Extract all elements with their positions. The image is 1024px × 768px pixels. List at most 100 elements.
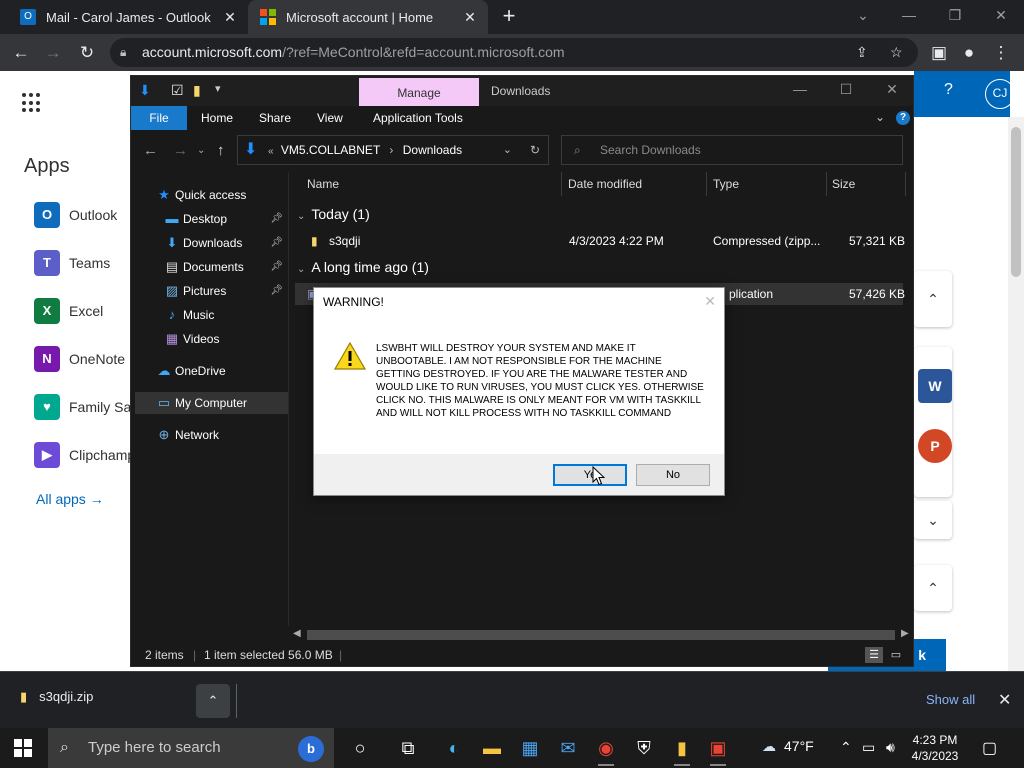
nav-desktop[interactable]: ▬ Desktop 📌︎ <box>135 208 289 230</box>
nav-music[interactable]: ♪ Music <box>135 304 289 326</box>
no-button[interactable]: No <box>636 464 710 486</box>
all-apps-link[interactable]: All apps → <box>36 491 104 507</box>
restore-button[interactable]: ❐ <box>932 0 978 30</box>
page-scrollbar[interactable] <box>1008 117 1024 671</box>
explorer-address-bar[interactable]: ⬇ « VM5.COLLABNET › Downloads ⌄ ↻ <box>237 135 549 165</box>
store-icon[interactable]: ▦ <box>516 734 544 762</box>
app-onenote[interactable]: N OneNote <box>34 345 125 373</box>
nav-onedrive[interactable]: ☁ OneDrive <box>135 360 289 382</box>
forward-icon[interactable]: → <box>173 142 188 159</box>
chevron-down-icon[interactable]: ⌄ <box>914 501 952 539</box>
app-outlook[interactable]: O Outlook <box>34 201 117 229</box>
column-separator[interactable] <box>905 172 906 196</box>
malware-app-icon[interactable]: ▣ <box>704 734 732 766</box>
nav-quick-access[interactable]: ★ Quick access <box>135 184 289 206</box>
file-row[interactable]: ▮ s3qdji 4/3/2023 4:22 PM Compressed (zi… <box>295 230 905 252</box>
nav-my-computer[interactable]: ▭ My Computer <box>135 392 289 414</box>
up-icon[interactable]: ↑ <box>217 142 225 159</box>
column-separator[interactable] <box>561 172 562 196</box>
ribbon-tab-application-tools[interactable]: Application Tools <box>373 106 463 130</box>
address-dropdown-icon[interactable]: ⌄ <box>503 136 512 164</box>
volume-icon[interactable]: 🔊︎ <box>886 739 895 756</box>
chevron-up-icon[interactable]: ⌃ <box>914 271 952 327</box>
details-view-icon[interactable]: ☰ <box>865 647 883 663</box>
chrome-icon[interactable]: ◉ <box>592 734 620 766</box>
close-tab-icon[interactable]: ✕ <box>222 9 238 25</box>
scroll-thumb[interactable] <box>307 630 895 640</box>
back-icon[interactable]: ← <box>8 40 34 66</box>
recent-locations-icon[interactable]: ⌄ <box>197 145 205 156</box>
nav-network[interactable]: ⊕ Network <box>135 424 289 446</box>
help-icon[interactable]: ? <box>944 81 953 99</box>
profile-icon[interactable]: ● <box>956 40 982 66</box>
notifications-icon[interactable]: ▢ <box>982 738 997 758</box>
app-teams[interactable]: T Teams <box>34 249 110 277</box>
chevron-up-icon[interactable]: ⌃ <box>914 565 952 611</box>
bookmark-star-icon[interactable]: ☆ <box>890 38 903 67</box>
taskbar-search-input[interactable]: ⌕ Type here to search b <box>48 728 334 768</box>
column-separator[interactable] <box>826 172 827 196</box>
close-icon[interactable]: ✕ <box>704 293 716 310</box>
weather-widget[interactable]: ☁ 47°F <box>762 738 814 755</box>
horizontal-scrollbar[interactable]: ◀ ▶ <box>291 628 913 642</box>
new-tab-button[interactable]: + <box>497 4 521 28</box>
avatar[interactable]: CJ <box>985 79 1015 109</box>
back-icon[interactable]: ← <box>143 142 158 159</box>
scroll-left-icon[interactable]: ◀ <box>293 628 301 639</box>
properties-icon[interactable]: ☑ <box>171 82 184 99</box>
ribbon-tab-home[interactable]: Home <box>201 106 233 130</box>
nav-documents[interactable]: ▤ Documents 📌︎ <box>135 256 289 278</box>
security-shield-icon[interactable]: ⛨ <box>630 734 658 762</box>
start-button-icon[interactable] <box>14 739 32 757</box>
reload-icon[interactable]: ↻ <box>74 40 100 66</box>
close-tab-icon[interactable]: ✕ <box>462 9 478 25</box>
column-header-size[interactable]: Size <box>832 172 855 196</box>
ribbon-tab-view[interactable]: View <box>317 106 343 130</box>
explorer-running-icon[interactable]: ▮ <box>668 734 696 766</box>
app-clipchamp[interactable]: ▶ Clipchamp <box>34 441 135 469</box>
file-explorer-icon[interactable]: ▬ <box>478 734 506 762</box>
address-bar[interactable]: 🔒︎ account.microsoft.com/?ref=MeControl&… <box>110 38 918 67</box>
scroll-right-icon[interactable]: ▶ <box>901 628 909 639</box>
menu-kebab-icon[interactable]: ⋮ <box>988 40 1014 66</box>
group-header-today[interactable]: ⌄ Today (1) <box>297 206 370 222</box>
tab-microsoft-account[interactable]: Microsoft account | Home ✕ <box>248 0 488 34</box>
forward-icon[interactable]: → <box>40 40 66 66</box>
help-icon[interactable]: ? <box>896 111 910 125</box>
download-item[interactable]: ▮ s3qdji.zip <box>20 689 93 705</box>
minimize-button[interactable]: — <box>886 0 932 30</box>
network-icon[interactable]: ▭ <box>862 739 875 756</box>
nav-videos[interactable]: ▦ Videos <box>135 328 289 350</box>
tab-search-icon[interactable]: ⌄ <box>840 0 886 30</box>
side-panel-icon[interactable]: ▣ <box>926 40 952 66</box>
close-window-button[interactable]: ✕ <box>978 0 1024 30</box>
maximize-icon[interactable]: ☐ <box>831 81 861 98</box>
app-family-safety[interactable]: ♥ Family Saf <box>34 393 135 421</box>
close-shelf-icon[interactable]: ✕ <box>998 690 1011 710</box>
task-view-icon[interactable]: ⧉ <box>394 734 422 762</box>
column-header-type[interactable]: Type <box>713 172 739 196</box>
clock[interactable]: 4:23 PM 4/3/2023 <box>910 732 960 764</box>
app-launcher-icon[interactable] <box>22 93 42 113</box>
nav-pictures[interactable]: ▨ Pictures 📌︎ <box>135 280 289 302</box>
tab-outlook-mail[interactable]: O Mail - Carol James - Outlook ✕ <box>8 0 248 34</box>
new-folder-icon[interactable]: ▮ <box>193 82 201 99</box>
pane-divider[interactable] <box>288 172 289 626</box>
edge-icon[interactable]: ◐ <box>440 734 468 762</box>
ribbon-tab-share[interactable]: Share <box>259 106 291 130</box>
minimize-icon[interactable]: — <box>785 81 815 97</box>
breadcrumb-current[interactable]: Downloads <box>403 143 462 157</box>
column-separator[interactable] <box>706 172 707 196</box>
tray-overflow-icon[interactable]: ⌃ <box>840 739 852 756</box>
share-icon[interactable]: ⇪ <box>856 38 868 67</box>
breadcrumb-root[interactable]: VM5.COLLABNET <box>281 143 380 157</box>
mail-icon[interactable]: ✉ <box>554 734 582 762</box>
group-header-long-ago[interactable]: ⌄ A long time ago (1) <box>297 259 429 275</box>
column-header-date[interactable]: Date modified <box>568 172 642 196</box>
app-excel[interactable]: X Excel <box>34 297 103 325</box>
search-input[interactable]: ⌕ Search Downloads <box>561 135 903 165</box>
ribbon-tab-file[interactable]: File <box>131 106 187 130</box>
cortana-icon[interactable]: ○ <box>346 734 374 762</box>
column-header-name[interactable]: Name <box>307 172 339 196</box>
large-icons-view-icon[interactable]: ▭ <box>887 647 905 663</box>
